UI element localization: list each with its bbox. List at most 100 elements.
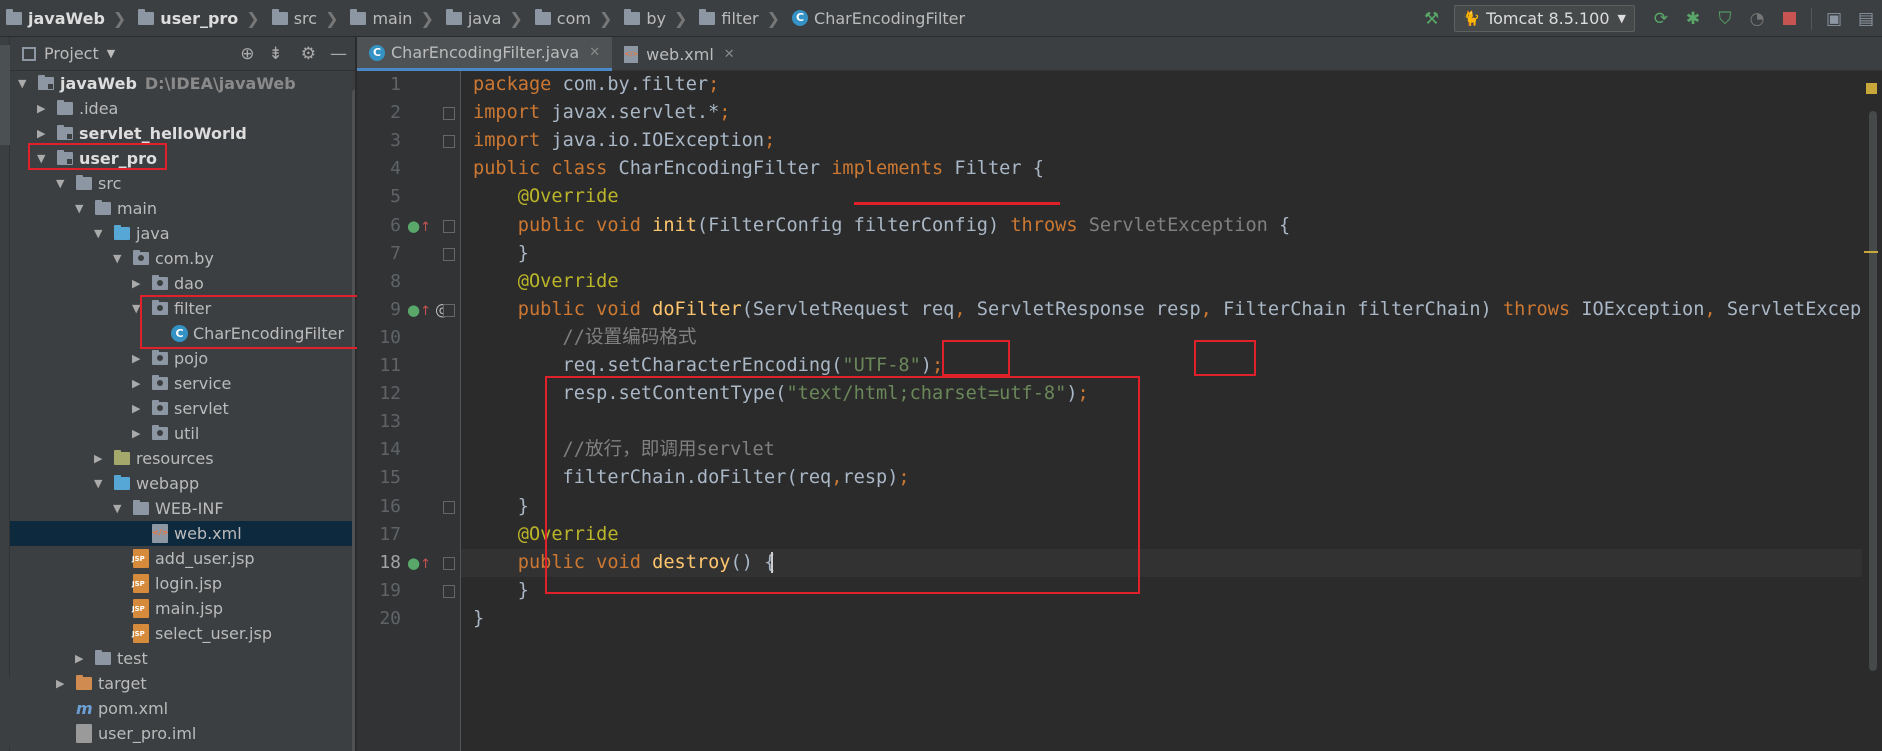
tree-item[interactable]: ▼ javaWeb D:\IDEA\javaWeb [10, 71, 355, 96]
breadcrumb-item[interactable]: by ❯ [620, 0, 695, 37]
tree-item[interactable]: ▼ java [10, 221, 355, 246]
stop-icon[interactable] [1778, 8, 1800, 30]
code-line[interactable]: public class CharEncodingFilter implemen… [473, 155, 1044, 183]
code-line[interactable]: resp.setContentType("text/html;charset=u… [473, 380, 1089, 408]
collapse-all-icon[interactable]: ⇟ [269, 44, 283, 64]
collapsed-arrow-icon[interactable]: ▶ [56, 671, 70, 696]
breadcrumb-item[interactable]: javaWeb ❯ [2, 0, 134, 37]
override-marker-icon[interactable]: ●↑ [407, 212, 431, 246]
fold-marker-icon[interactable] [443, 247, 455, 261]
editor-tab[interactable]: web.xml ✕ [612, 37, 747, 71]
expanded-arrow-icon[interactable]: ▼ [94, 471, 108, 496]
expanded-arrow-icon[interactable]: ▼ [94, 221, 108, 246]
tree-item[interactable]: ▶ dao [10, 271, 355, 296]
override-marker-icon[interactable]: ●↑ [407, 549, 431, 583]
expanded-arrow-icon[interactable]: ▼ [113, 246, 127, 271]
tree-item[interactable]: web.xml [10, 521, 355, 546]
tree-item[interactable]: user_pro.iml [10, 721, 355, 746]
tree-item[interactable]: select_user.jsp [10, 621, 355, 646]
collapsed-arrow-icon[interactable]: ▶ [94, 446, 108, 471]
code-line[interactable]: req.setCharacterEncoding("UTF-8"); [473, 352, 944, 380]
code-line[interactable]: //放行，即调用servlet [473, 436, 775, 464]
tree-item[interactable]: ▶ servlet_helloWorld [10, 121, 355, 146]
editor-tab[interactable]: C CharEncodingFilter.java ✕ [357, 37, 613, 71]
editor-scrollbar[interactable] [1869, 111, 1877, 671]
tree-item[interactable]: m pom.xml [10, 696, 355, 721]
code-line[interactable]: //设置编码格式 [473, 324, 697, 352]
breadcrumb-item[interactable]: C CharEncodingFilter [788, 0, 965, 37]
collapsed-arrow-icon[interactable]: ▶ [75, 646, 89, 671]
project-tool-window-button[interactable] [0, 45, 10, 145]
rerun-icon[interactable]: ⟳ [1650, 8, 1672, 30]
tree-item[interactable]: main.jsp [10, 596, 355, 621]
code-line[interactable]: public void destroy() { [473, 549, 775, 577]
tree-item[interactable]: ▶ pojo [10, 346, 355, 371]
code-line[interactable]: import java.io.IOException; [473, 127, 775, 155]
code-line[interactable]: } [473, 493, 529, 521]
debug-icon[interactable]: ✱ [1682, 8, 1704, 30]
fold-marker-icon[interactable] [443, 135, 455, 149]
fold-marker-icon[interactable] [443, 107, 455, 121]
tree-item[interactable]: ▼ webapp [10, 471, 355, 496]
fold-marker-icon[interactable] [443, 584, 455, 598]
tree-item[interactable]: ▼ src [10, 171, 355, 196]
gear-icon[interactable]: ⚙ [301, 44, 316, 64]
sdk-icon[interactable]: ▤ [1855, 8, 1877, 30]
breadcrumb-item[interactable]: user_pro ❯ [134, 0, 267, 37]
collapsed-arrow-icon[interactable]: ▶ [132, 371, 146, 396]
expanded-arrow-icon[interactable]: ▼ [113, 496, 127, 521]
collapsed-arrow-icon[interactable]: ▶ [132, 396, 146, 421]
tree-item[interactable]: login.jsp [10, 571, 355, 596]
expanded-arrow-icon[interactable]: ▼ [56, 171, 70, 196]
structure-tool-window-button[interactable] [0, 677, 10, 747]
project-view-label[interactable]: Project [44, 44, 99, 63]
collapsed-arrow-icon[interactable]: ▶ [132, 271, 146, 296]
tree-item[interactable]: ▶ servlet [10, 396, 355, 421]
code-line[interactable]: package com.by.filter; [473, 71, 719, 99]
expanded-arrow-icon[interactable]: ▼ [132, 296, 146, 321]
code-line[interactable]: } [473, 577, 529, 605]
code-line[interactable]: } [473, 605, 484, 633]
code-line[interactable]: public void doFilter(ServletRequest req,… [473, 296, 1876, 324]
project-structure-icon[interactable]: ▣ [1823, 8, 1845, 30]
expanded-arrow-icon[interactable]: ▼ [75, 196, 89, 221]
project-scrollbar[interactable] [352, 89, 355, 751]
collapsed-arrow-icon[interactable]: ▶ [132, 421, 146, 446]
tree-item[interactable]: ▶ target [10, 671, 355, 696]
code-line[interactable]: @Override [473, 183, 619, 211]
tree-item[interactable]: ▶ test [10, 646, 355, 671]
fold-marker-icon[interactable] [443, 500, 455, 514]
code-line[interactable]: @Override [473, 268, 619, 296]
breadcrumb-item[interactable]: com ❯ [531, 0, 621, 37]
warning-mark[interactable] [1864, 251, 1878, 253]
chevron-down-icon[interactable]: ▼ [107, 47, 115, 60]
code-line[interactable]: import javax.servlet.*; [473, 99, 731, 127]
breadcrumb-item[interactable]: main ❯ [346, 0, 441, 37]
hide-icon[interactable]: — [330, 44, 347, 64]
code-line[interactable]: @Override [473, 521, 619, 549]
tree-item[interactable]: ▶ service [10, 371, 355, 396]
tree-item[interactable]: ▶ resources [10, 446, 355, 471]
fold-marker-icon[interactable] [443, 303, 455, 317]
collapsed-arrow-icon[interactable]: ▶ [37, 96, 51, 121]
collapsed-arrow-icon[interactable]: ▶ [132, 346, 146, 371]
fold-marker-icon[interactable] [443, 219, 455, 233]
breadcrumb-item[interactable]: src ❯ [268, 0, 347, 37]
breadcrumb-item[interactable]: java ❯ [442, 0, 531, 37]
tree-item[interactable]: ▶ .idea [10, 96, 355, 121]
fold-marker-icon[interactable] [443, 556, 455, 570]
expanded-arrow-icon[interactable]: ▼ [18, 71, 32, 96]
tree-item[interactable]: ▶ util [10, 421, 355, 446]
tree-item[interactable]: ▼ main [10, 196, 355, 221]
profile-icon[interactable]: ◔ [1746, 8, 1768, 30]
code-line[interactable]: } [473, 240, 529, 268]
collapsed-arrow-icon[interactable]: ▶ [37, 121, 51, 146]
tree-item[interactable]: ▼ user_pro [10, 146, 355, 171]
tree-item[interactable]: ▼ com.by [10, 246, 355, 271]
tree-item[interactable]: ▼ WEB-INF [10, 496, 355, 521]
close-icon[interactable]: ✕ [724, 47, 735, 62]
breadcrumb-item[interactable]: filter ❯ [695, 0, 788, 37]
expanded-arrow-icon[interactable]: ▼ [37, 146, 51, 171]
locate-icon[interactable]: ⊕ [240, 44, 254, 64]
tree-item[interactable]: C CharEncodingFilter [10, 321, 355, 346]
